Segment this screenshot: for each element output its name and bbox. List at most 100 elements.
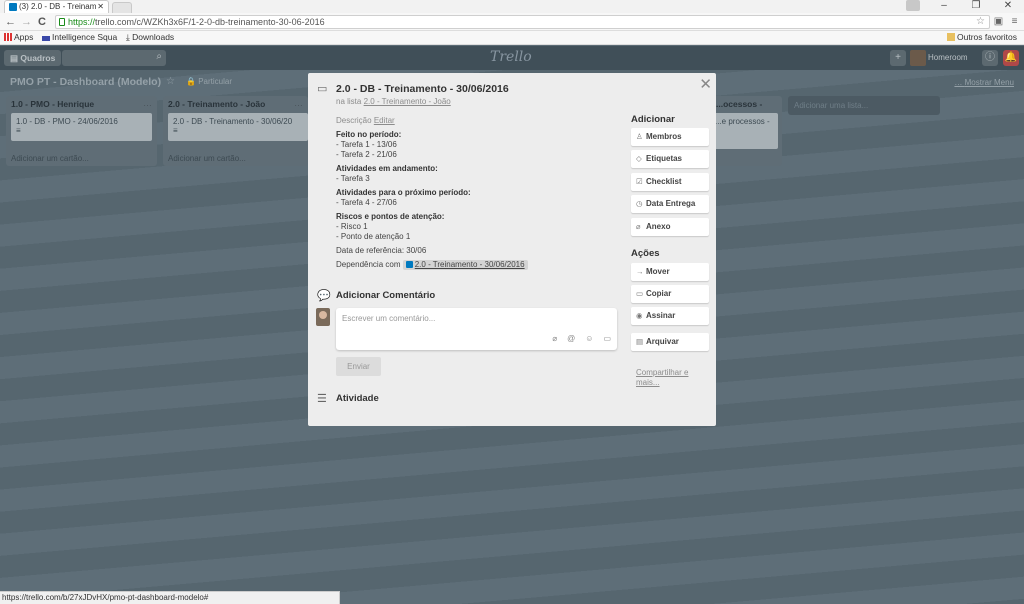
labels-button[interactable]: ◇ Etiquetas [631,150,709,168]
boards-button[interactable]: ▤ Quadros [4,50,62,66]
reload-icon[interactable]: C [38,15,46,29]
section-3: Atividades para o próximo período: - Tar… [336,188,616,208]
bookmark-other-label: Outros favoritos [957,32,1017,42]
close-icon[interactable]: ✕ [699,75,712,93]
avatar [316,308,330,326]
star-icon[interactable]: ☆ [166,76,175,87]
bookmark-apps[interactable]: Apps [4,31,33,44]
share-more-link[interactable]: Compartilhar e mais... [636,368,706,388]
browser-tab[interactable]: (3) 2.0 - DB - Treinam ✕ [4,0,109,13]
person-icon: ♙ [636,132,643,141]
checklist-button[interactable]: ☑ Checklist [631,173,709,191]
list-card[interactable]: 1.0 - DB - PMO - 24/06/2016 ≡ [11,113,152,141]
bookmark-downloads[interactable]: ⤓ Downloads [126,31,174,44]
user-name[interactable]: Homeroom [928,50,974,66]
section-2: Atividades em andamento: - Tarefa 3 [336,164,616,184]
activity-icon: ☰ [317,393,327,405]
address-bar: ← → C https://trello.com/c/WZKh3x6F/1-2-… [0,13,1024,31]
card-detail-modal: ✕ ▭ 2.0 - DB - Treinamento - 30/06/2016 … [308,73,716,426]
section-line: - Tarefa 2 - 21/06 [336,150,397,159]
close-tab-icon[interactable]: ✕ [97,1,104,13]
add-card-link[interactable]: Adicionar um cartão... [11,154,89,163]
copy-button[interactable]: ▭ Copiar [631,285,709,303]
bookmark-star-icon[interactable]: ☆ [976,16,985,28]
list-link[interactable]: 2.0 - Treinamento - João [364,97,451,106]
section-heading: Riscos e pontos de atenção: [336,212,445,221]
add-button[interactable]: + [890,50,906,66]
restore-icon[interactable]: ❐ [960,0,992,13]
url-text: trello.com/c/WZKh3x6F/1-2-0-db-treinamen… [95,17,325,27]
copy-label: Copiar [646,289,672,298]
menu-icon[interactable]: ≡ [1009,16,1020,27]
list-title[interactable]: 2.0 - Treinamento - João [168,99,265,109]
lock-icon [59,18,65,26]
status-bar: https://trello.com/b/27xJDvHX/pmo-pt-das… [0,591,340,604]
description-icon: ≡ [173,126,178,135]
section-4: Riscos e pontos de atenção: - Risco 1 - … [336,212,616,242]
attachment-label: Anexo [646,222,671,231]
forward-icon[interactable]: → [21,15,32,29]
archive-button[interactable]: ▤ Arquivar [631,333,709,351]
move-button[interactable]: → Mover [631,263,709,281]
send-button[interactable]: Enviar [336,357,381,376]
board-title[interactable]: PMO PT - Dashboard (Modelo) [10,76,161,88]
list-menu-icon[interactable]: … [143,98,152,108]
search-input[interactable]: ⌕ [62,50,166,66]
trello-card-icon [405,261,413,268]
bookmark-intelligence-label: Intelligence Squa [52,32,118,42]
actions-section-title: Ações [631,248,660,259]
card-title[interactable]: 2.0 - DB - Treinamento - 30/06/2016 [336,83,509,95]
avatar[interactable] [910,50,926,66]
add-comment-title: Adicionar Comentário [336,290,436,301]
card-link-icon[interactable]: ▭ [603,334,611,343]
emoji-icon[interactable]: ☺ [585,334,593,343]
notification-icon[interactable]: 🔔 [1003,50,1019,66]
card-title: 2.0 - DB - Treinamento - 30/06/20 [173,117,293,126]
comment-placeholder: Escrever um comentário... [342,314,436,323]
move-label: Mover [646,267,670,276]
archive-icon: ▤ [636,337,644,346]
edit-description-link[interactable]: Editar [374,116,395,125]
back-icon[interactable]: ← [5,15,16,29]
bookmark-intelligence[interactable]: Intelligence Squa [42,31,117,44]
add-card-link[interactable]: Adicionar um cartão... [168,154,246,163]
card-icon: ▭ [317,83,328,95]
subscribe-button[interactable]: ◉ Assinar [631,307,709,325]
trello-logo[interactable]: Trello [490,49,532,65]
list-title[interactable]: 1.0 - PMO - Henrique [11,99,94,109]
minimize-icon[interactable]: – [928,0,960,13]
subscribe-label: Assinar [646,311,676,320]
tab-title: (3) 2.0 - DB - Treinam [19,2,97,11]
comment-input[interactable]: Escrever um comentário... ⌀ @ ☺ ▭ [336,308,617,350]
due-date-button[interactable]: ◷ Data Entrega [631,195,709,213]
comment-icon: 💬 [317,290,331,302]
in-list-label: na lista [336,97,362,106]
new-tab-button[interactable] [112,2,132,13]
extension-icon[interactable]: ▣ [993,16,1004,27]
members-button[interactable]: ♙ Membros [631,128,709,146]
show-menu-link[interactable]: … Mostrar Menu [954,78,1014,87]
profile-icon[interactable] [906,0,920,11]
list-2: 2.0 - Treinamento - João … 2.0 - DB - Tr… [163,96,308,166]
description: Descrição Editar Feito no período: - Tar… [336,116,616,270]
attachment-button[interactable]: ⌀ Anexo [631,218,709,236]
list-3: ...ocessos - ...e processos - [710,96,782,166]
trello-favicon-icon [9,3,17,11]
search-icon: ⌕ [156,51,162,62]
mention-icon[interactable]: @ [567,334,575,343]
list-card[interactable]: ...e processos - [710,113,778,149]
privacy-badge[interactable]: 🔒 Particular [186,77,232,86]
bookmark-other[interactable]: Outros favoritos [947,31,1017,44]
attachment-icon[interactable]: ⌀ [552,334,557,343]
clock-icon: ◷ [636,199,643,208]
add-list-button[interactable]: Adicionar uma lista... [788,96,940,115]
archive-label: Arquivar [646,337,679,346]
url-input[interactable]: https://trello.com/c/WZKh3x6F/1-2-0-db-t… [55,15,990,29]
info-icon[interactable]: ⓘ [982,50,998,66]
dependency-link[interactable]: 2.0 - Treinamento - 30/06/2016 [402,260,528,270]
list-card[interactable]: 2.0 - DB - Treinamento - 30/06/20 ≡ [168,113,308,141]
url-scheme: https:// [68,17,96,27]
list-menu-icon[interactable]: … [294,98,303,108]
close-window-icon[interactable]: ✕ [992,0,1024,13]
list-title[interactable]: ...ocessos - [716,99,762,109]
